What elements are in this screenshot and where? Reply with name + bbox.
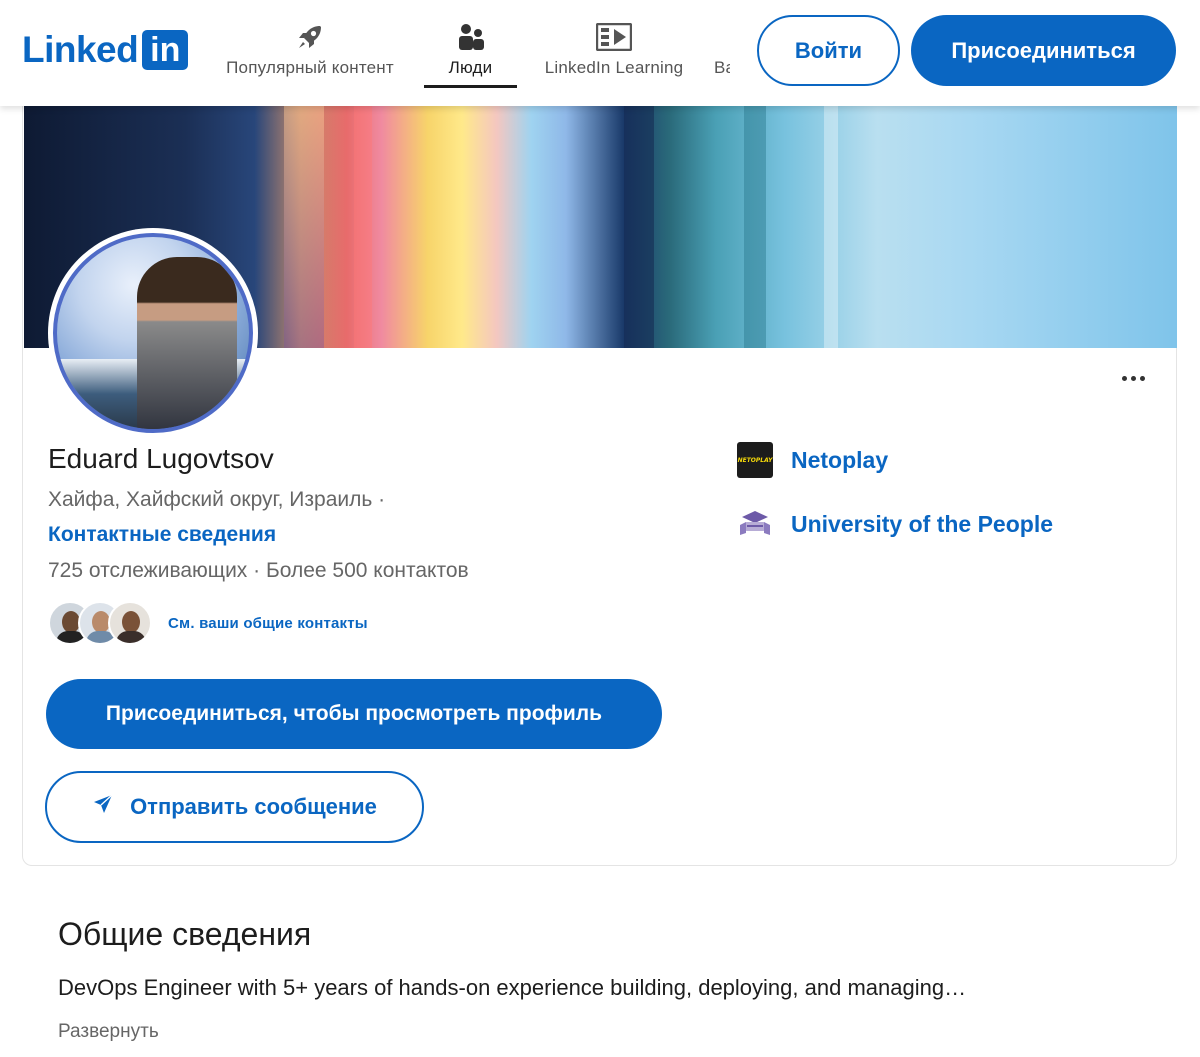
org-item-university-of-the-people[interactable]: University of the People <box>737 506 1053 542</box>
org-name: University of the People <box>791 510 1054 537</box>
about-summary: DevOps Engineer with 5+ years of hands-o… <box>58 975 967 1000</box>
netoplay-logo: NETOPLAY <box>737 442 773 478</box>
nav-item-linkedin-learning[interactable]: LinkedIn Learning <box>540 20 688 88</box>
university-crest-icon <box>737 506 773 542</box>
nav-label: Популярный контент <box>226 58 394 77</box>
linkedin-logo[interactable]: Linked in <box>22 29 189 70</box>
org-item-netoplay[interactable]: NETOPLAY Netoplay <box>737 442 888 478</box>
org-name: Netoplay <box>791 446 889 473</box>
about-heading: Общие сведения <box>58 916 312 952</box>
profile-name: Eduard Lugovtsov <box>48 443 274 474</box>
contact-info-link[interactable]: Контактные сведения <box>48 523 276 547</box>
logo-in-badge: in <box>142 30 189 70</box>
avatar <box>108 601 152 645</box>
video-icon <box>596 20 632 54</box>
top-nav-bar: Linked in Популярный контент Люди Linked… <box>0 0 1200 106</box>
main-nav: Популярный контент Люди LinkedIn Learnin… <box>210 0 730 106</box>
nav-item-popular-content[interactable]: Популярный контент <box>220 20 400 88</box>
send-message-button[interactable]: Отправить сообщение <box>45 771 424 843</box>
join-button[interactable]: Присоединиться <box>911 15 1176 86</box>
rocket-icon <box>295 20 325 54</box>
mutual-connections[interactable]: См. ваши общие контакты <box>48 600 368 646</box>
nav-item-jobs[interactable]: Вакансии <box>714 20 730 88</box>
nav-label: LinkedIn Learning <box>544 58 684 77</box>
avatar <box>53 233 253 433</box>
expand-link[interactable]: Развернуть <box>58 1021 159 1043</box>
join-to-view-profile-button[interactable]: Присоединиться, чтобы просмотреть профил… <box>46 679 662 749</box>
profile-photo[interactable] <box>48 228 258 438</box>
login-button[interactable]: Войти <box>757 15 900 86</box>
mutual-connections-link[interactable]: См. ваши общие контакты <box>168 615 368 632</box>
nav-item-people[interactable]: Люди <box>424 20 517 88</box>
nav-label: Вакансии <box>714 58 730 77</box>
logo-text: Linked <box>22 29 139 70</box>
profile-location: Хайфа, Хайфский округ, Израиль · <box>48 488 386 511</box>
profile-stats: 725 отслеживающих · Более 500 контактов <box>48 559 469 582</box>
people-icon <box>456 20 486 54</box>
send-icon <box>92 793 114 821</box>
send-message-label: Отправить сообщение <box>130 794 377 819</box>
more-options-icon[interactable] <box>1115 366 1151 390</box>
nav-label: Люди <box>448 58 493 77</box>
